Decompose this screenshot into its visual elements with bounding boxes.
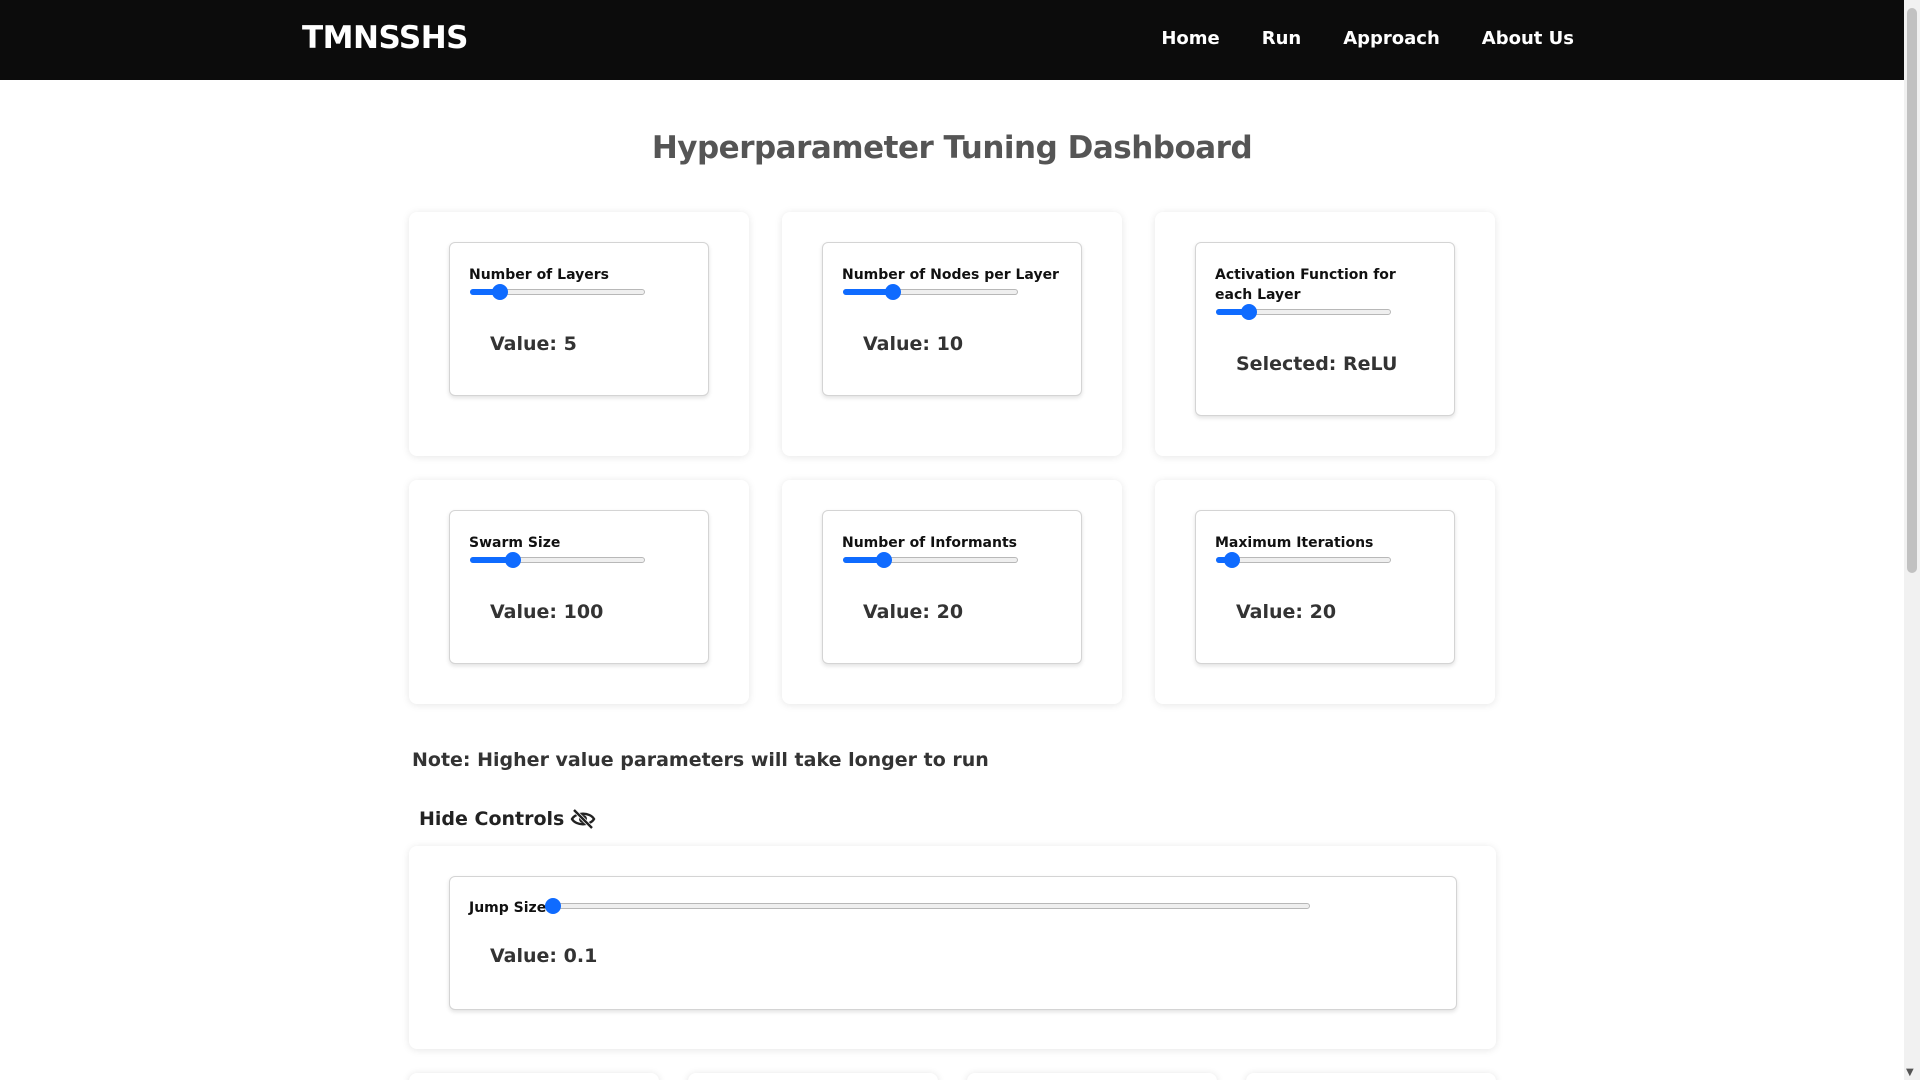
slider-thumb[interactable] (885, 284, 902, 300)
control-value: Value: 0.1 (490, 945, 598, 967)
next-row-card (967, 1073, 1217, 1080)
control-value: Value: 20 (863, 601, 964, 623)
nodes-slider[interactable] (843, 284, 1018, 300)
scrollbar-thumb[interactable] (1907, 8, 1917, 573)
nav-link-approach[interactable]: Approach (1343, 28, 1440, 49)
control-label: Number of Nodes per Layer (842, 267, 1059, 283)
control-value: Value: 20 (1236, 601, 1337, 623)
nav-links: Home Run Approach About Us (1161, 28, 1574, 49)
control-panel: Maximum Iterations Value: 20 (1195, 510, 1455, 664)
swarm-size-slider[interactable] (470, 552, 645, 568)
control-card-activation: Activation Function for each Layer Selec… (1155, 212, 1495, 456)
max-iterations-slider[interactable] (1216, 552, 1391, 568)
slider-thumb[interactable] (504, 552, 521, 568)
control-label: Maximum Iterations (1215, 535, 1374, 551)
hide-controls-toggle[interactable]: Hide Controls (419, 808, 596, 830)
slider-thumb[interactable] (1223, 552, 1240, 568)
nav-link-home[interactable]: Home (1161, 28, 1219, 49)
slider-thumb[interactable] (545, 898, 561, 914)
next-row-card (409, 1073, 659, 1080)
control-panel: Swarm Size Value: 100 (449, 510, 709, 664)
control-card-jump-size: Jump Size Value: 0.1 (409, 846, 1496, 1049)
jump-size-slider[interactable] (545, 898, 1310, 914)
control-card-layers: Number of Layers Value: 5 (409, 212, 749, 456)
control-label: Number of Informants (842, 535, 1017, 551)
hide-controls-label: Hide Controls (419, 808, 565, 830)
informants-slider[interactable] (843, 552, 1018, 568)
control-panel: Jump Size Value: 0.1 (449, 876, 1457, 1010)
control-label: Swarm Size (469, 535, 561, 551)
brand-logo[interactable]: TMNSSHS (302, 20, 468, 56)
control-value: Value: 100 (490, 601, 604, 623)
next-row-card (688, 1073, 938, 1080)
activation-slider[interactable] (1216, 304, 1391, 320)
control-value: Value: 5 (490, 333, 577, 355)
control-label: Number of Layers (469, 267, 609, 283)
control-panel: Number of Layers Value: 5 (449, 242, 709, 396)
control-card-swarm-size: Swarm Size Value: 100 (409, 480, 749, 704)
slider-thumb[interactable] (875, 552, 892, 568)
control-panel: Number of Nodes per Layer Value: 10 (822, 242, 1082, 396)
slider-thumb[interactable] (1241, 304, 1258, 320)
page-title: Hyperparameter Tuning Dashboard (651, 130, 1253, 166)
control-card-max-iterations: Maximum Iterations Value: 20 (1155, 480, 1495, 704)
control-card-nodes: Number of Nodes per Layer Value: 10 (782, 212, 1122, 456)
runtime-note: Note: Higher value parameters will take … (412, 749, 989, 771)
nav-link-about-us[interactable]: About Us (1482, 28, 1574, 49)
next-row-card (1246, 1073, 1496, 1080)
layers-slider[interactable] (470, 284, 645, 300)
control-panel: Activation Function for each Layer Selec… (1195, 242, 1455, 416)
control-card-informants: Number of Informants Value: 20 (782, 480, 1122, 704)
control-label: Activation Function for each Layer (1215, 267, 1396, 303)
nav-link-run[interactable]: Run (1262, 28, 1302, 49)
scroll-down-arrow-icon[interactable]: ▼ (1906, 1067, 1914, 1078)
control-value: Selected: ReLU (1236, 353, 1398, 375)
page-scrollbar[interactable]: ▼ (1904, 0, 1920, 1080)
control-panel: Number of Informants Value: 20 (822, 510, 1082, 664)
slider-thumb[interactable] (491, 284, 508, 300)
eye-slash-icon (570, 808, 596, 830)
navbar: TMNSSHS Home Run Approach About Us (0, 0, 1904, 80)
control-value: Value: 10 (863, 333, 964, 355)
